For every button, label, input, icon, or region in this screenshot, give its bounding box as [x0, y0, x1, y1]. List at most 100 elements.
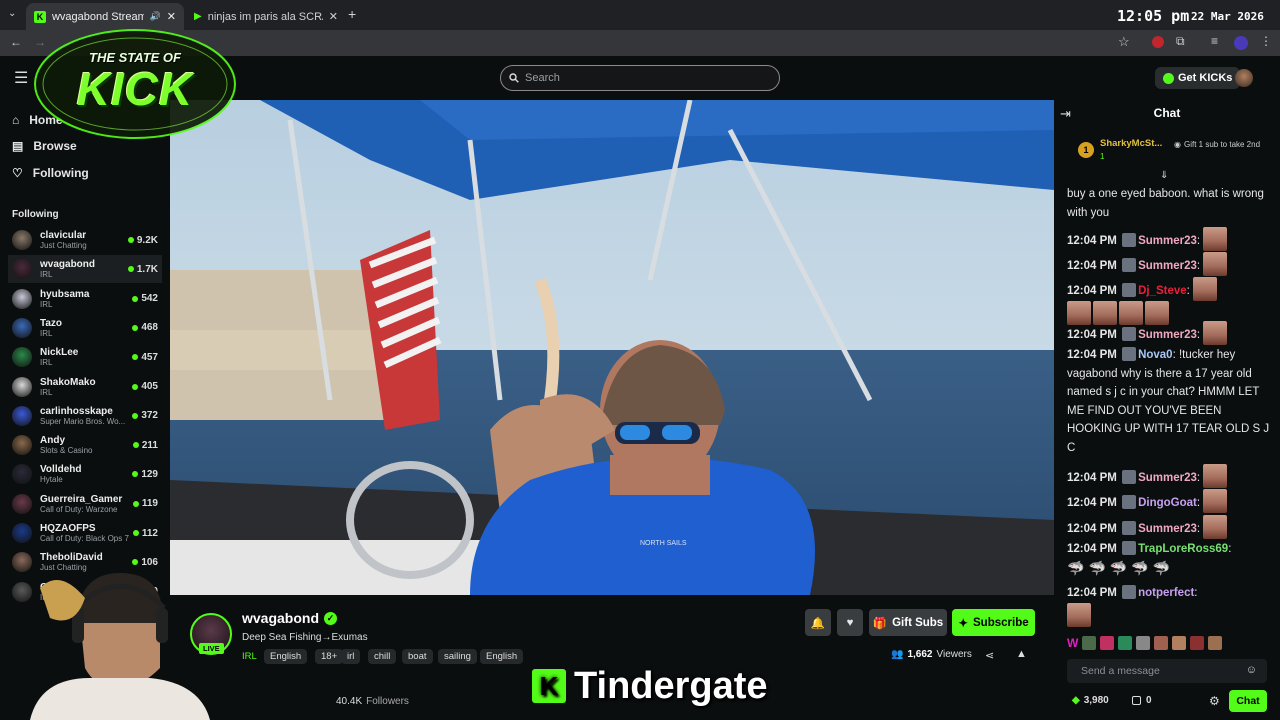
following-item[interactable]: Andy Slots & Casino 211: [8, 431, 162, 459]
following-item[interactable]: Volldehd Hytale 129: [8, 460, 162, 488]
sidebar-item-browse[interactable]: ▤ Browse: [12, 139, 77, 153]
profile-avatar[interactable]: [1234, 36, 1248, 50]
share-icon[interactable]: ⋖: [985, 649, 994, 662]
verified-icon: ✓: [324, 612, 337, 625]
chat-timestamp: 12:04 PM: [1067, 523, 1117, 535]
viewer-count-value: 372: [141, 410, 158, 422]
stream-tag[interactable]: irl: [341, 649, 361, 664]
gift-subs-button[interactable]: 🎁 Gift Subs: [869, 609, 947, 636]
following-item[interactable]: Guerreira_Gamer Call of Duty: Warzone 119: [8, 490, 162, 518]
following-item[interactable]: clavicular Just Chatting 9.2K: [8, 226, 162, 254]
viewer-count-value: 1.7K: [136, 263, 158, 275]
followers-number: 40.4K: [336, 696, 363, 707]
new-tab-icon[interactable]: +: [348, 6, 356, 22]
state-of-kick-logo: THE STATE OF KICK: [30, 22, 240, 140]
pin-expand-icon[interactable]: ⇓: [1160, 170, 1168, 181]
emote-icon[interactable]: [1154, 636, 1169, 650]
chat-username[interactable]: Summer23: [1138, 235, 1197, 247]
following-item[interactable]: carlinhosskape Super Mario Bros. Wo... 372: [8, 402, 162, 430]
chat-username[interactable]: Summer23: [1138, 329, 1197, 341]
stream-tag[interactable]: 18+: [315, 649, 344, 664]
back-icon[interactable]: ←: [10, 35, 22, 49]
gift-sub-prompt[interactable]: ◉ Gift 1 sub to take 2nd: [1174, 140, 1264, 150]
emote-icon[interactable]: [1172, 636, 1187, 650]
stream-tag[interactable]: boat: [402, 649, 433, 664]
reading-list-icon[interactable]: ≡: [1211, 34, 1218, 48]
close-tab-icon[interactable]: ✕: [329, 10, 338, 23]
chat-settings-icon[interactable]: ⚙: [1209, 694, 1220, 708]
extension-icon[interactable]: [1152, 36, 1164, 48]
emote-icon[interactable]: [1190, 636, 1205, 650]
chat-username[interactable]: Summer23: [1138, 523, 1197, 535]
following-item[interactable]: wvagabond IRL 1.7K: [8, 255, 162, 284]
follow-heart-button[interactable]: ♥: [837, 609, 863, 636]
bookmark-star-icon[interactable]: ☆: [1118, 34, 1130, 50]
chat-timestamp: 12:04 PM: [1067, 235, 1117, 247]
avatar: [12, 288, 32, 309]
tab-title: ninjas im paris ala SCRABSNYC: [207, 10, 323, 23]
audio-icon[interactable]: 🔊: [150, 11, 161, 22]
get-kicks-button[interactable]: Get KICKs: [1155, 67, 1241, 89]
following-viewers: 542: [132, 293, 158, 304]
following-item[interactable]: HQZAOFPS Call of Duty: Black Ops 7 112: [8, 519, 162, 547]
stream-tag[interactable]: English: [264, 649, 308, 664]
following-name: wvagabond: [40, 259, 96, 271]
hamburger-menu-icon[interactable]: ☰: [14, 68, 28, 88]
emote-icon[interactable]: [1136, 636, 1151, 650]
report-icon[interactable]: ▲: [1016, 648, 1027, 660]
following-item[interactable]: NickLee IRL 457: [8, 343, 162, 371]
emote-icon[interactable]: [1100, 636, 1115, 650]
stream-tag[interactable]: IRL: [242, 649, 257, 664]
chat-timestamp: 12:04 PM: [1067, 543, 1117, 555]
chat-message: 12:04 PM DingoGoat:: [1067, 489, 1272, 513]
stream-tag[interactable]: English: [480, 649, 524, 664]
home-icon: ⌂: [12, 113, 20, 127]
emoji-icon[interactable]: ☺: [1246, 664, 1257, 676]
browser-menu-icon[interactable]: ⋮: [1260, 34, 1272, 48]
clock-date: 22 Mar 2026: [1191, 10, 1264, 23]
tab-title: wvagabond Stream - Watch: [51, 10, 144, 23]
viewer-count-value: 106: [141, 556, 158, 568]
avatar: [12, 493, 32, 514]
chat-username[interactable]: Nova0: [1138, 349, 1173, 361]
viewer-count: 👥 1,662 Viewers: [891, 649, 972, 660]
following-item[interactable]: hyubsama IRL 542: [8, 285, 162, 313]
chat-send-button[interactable]: Chat: [1229, 690, 1267, 712]
chat-username[interactable]: Summer23: [1138, 260, 1197, 272]
following-item[interactable]: ShakoMako IRL 405: [8, 373, 162, 401]
search-input[interactable]: Search: [500, 65, 780, 91]
channel-name[interactable]: wvagabond: [242, 610, 319, 626]
kicks-balance[interactable]: ◆ 3,980: [1072, 695, 1109, 706]
viewer-count-value: 405: [141, 381, 158, 392]
channel-points[interactable]: 0: [1132, 695, 1152, 706]
chat-username[interactable]: Summer23: [1138, 472, 1197, 484]
avatar: [12, 523, 32, 543]
video-player[interactable]: NORTH SAILS: [170, 100, 1054, 595]
chat-message: 12:04 PM Dj_Steve:: [1067, 277, 1272, 325]
stream-tag[interactable]: chill: [368, 649, 397, 664]
kicks-icon: ◆: [1072, 695, 1080, 706]
sidebar-item-following[interactable]: ♡ Following: [12, 166, 89, 180]
chat-username[interactable]: DingoGoat: [1138, 497, 1197, 509]
user-badge-icon: [1122, 470, 1137, 484]
emote-icon[interactable]: [1082, 636, 1097, 650]
emote-icon[interactable]: [1208, 636, 1223, 650]
following-item[interactable]: Tazo IRL 468: [8, 314, 162, 342]
chat-username[interactable]: Dj_Steve: [1138, 285, 1187, 297]
emote-icon[interactable]: [1118, 636, 1133, 650]
following-heading: Following: [12, 209, 59, 220]
stream-tag[interactable]: sailing: [438, 649, 477, 664]
chat-username[interactable]: TrapLoreRoss69: [1138, 543, 1228, 555]
heart-icon: ♡: [12, 166, 23, 180]
puzzle-icon[interactable]: ⧉: [1176, 34, 1185, 49]
emote-icon: [1203, 515, 1228, 539]
notification-bell-button[interactable]: 🔔: [805, 609, 831, 636]
chat-message-input[interactable]: Send a message ☺: [1067, 659, 1267, 683]
user-avatar[interactable]: [1235, 69, 1253, 87]
gift-icon: ◉: [1174, 140, 1181, 149]
top-gifter-name[interactable]: SharkyMcSt...: [1100, 138, 1162, 149]
chat-username[interactable]: notperfect: [1138, 587, 1194, 599]
subscribe-button[interactable]: ✦ Subscribe: [952, 609, 1035, 636]
emote-icon[interactable]: W: [1067, 636, 1078, 650]
tab-list-chevron-icon[interactable]: ⌄: [8, 8, 16, 19]
